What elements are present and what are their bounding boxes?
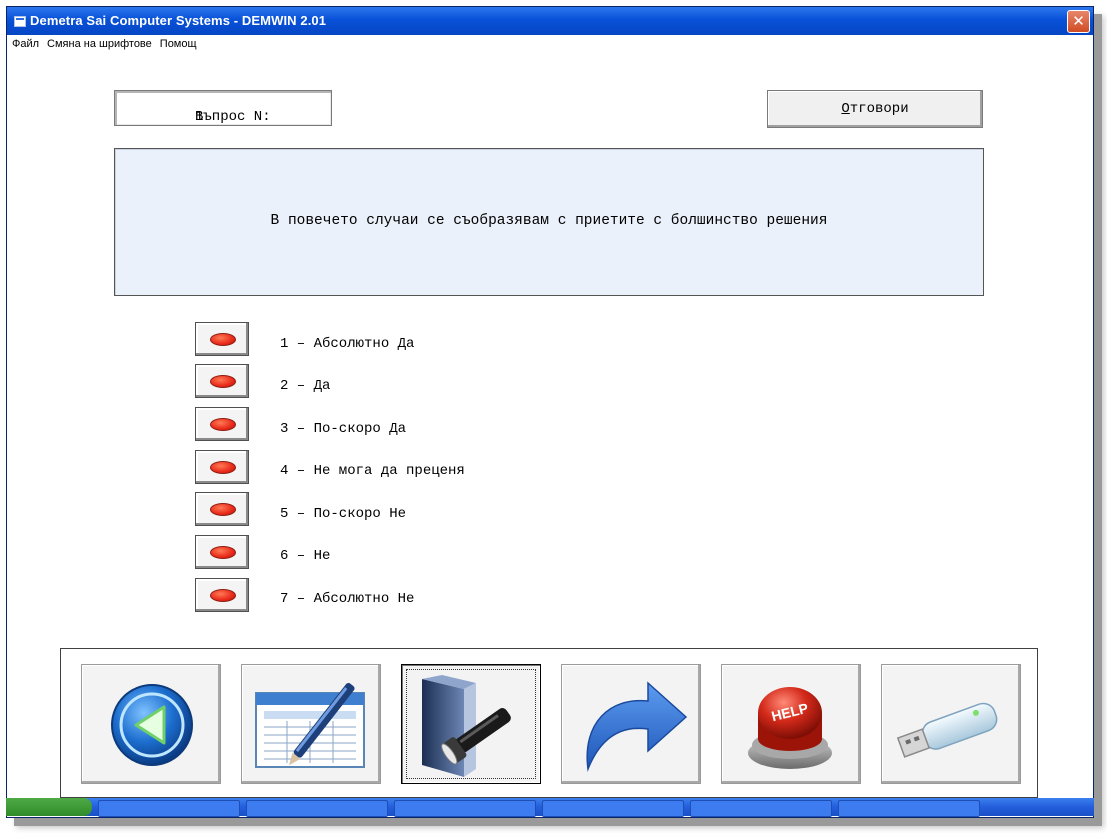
taskbar-item[interactable] [394,800,536,817]
answers-button[interactable]: Отговори [767,90,983,128]
option-2-label: 2 – Да [280,378,331,394]
taskbar-item[interactable] [246,800,388,817]
option-indicator-icon [210,589,236,602]
option-5-label: 5 – По-скоро Не [280,506,407,522]
option-7-button[interactable] [195,578,249,612]
folder-flashlight-icon [422,675,511,777]
question-text: В повечето случаи се съобразявам с приет… [270,213,828,229]
question-number-field: Въпрос N: 1 [114,90,332,126]
option-2-button[interactable] [195,364,249,398]
taskbar-item[interactable] [98,800,240,817]
question-number-value: 1 [195,109,204,125]
answers-button-label: Отговори [841,101,908,117]
app-icon [14,16,26,27]
option-indicator-icon [210,418,236,431]
option-1-button[interactable] [195,322,249,356]
option-4-label: 4 – Не мога да преценя [280,463,465,479]
taskbar-item[interactable] [690,800,832,817]
windows-taskbar [6,798,1094,817]
toolbar-panel: HELP [60,648,1038,798]
menu-bar: Файл Смяна на шрифтове Помощ [7,35,1093,55]
help-button-icon: HELP [748,687,832,769]
start-button[interactable] [6,798,92,816]
taskbar-item[interactable] [838,800,980,817]
close-icon[interactable]: ✕ [1067,10,1090,33]
menu-item-change-fonts[interactable]: Смяна на шрифтове [42,35,155,50]
back-arrow-icon [111,684,193,766]
option-3-label: 3 – По-скоро Да [280,421,407,437]
answers-label-rest: тговори [849,101,909,117]
option-4-button[interactable] [195,450,249,484]
search-folder-button[interactable] [401,664,541,784]
question-number-label: Въпрос N: [195,109,271,125]
window-title: Demetra Sai Computer Systems - DEMWIN 2.… [30,13,327,28]
option-6-label: 6 – Не [280,548,331,564]
export-usb-button[interactable] [881,664,1021,784]
option-7-label: 7 – Абсолютно Не [280,591,415,607]
taskbar-item[interactable] [542,800,684,817]
option-indicator-icon [210,503,236,516]
forward-arrow-icon [586,681,688,772]
option-indicator-icon [210,546,236,559]
answers-mnemonic: О [841,101,850,117]
option-indicator-icon [210,461,236,474]
option-1-label: 1 – Абсолютно Да [280,336,415,352]
option-5-button[interactable] [195,492,249,526]
spreadsheet-pen-icon [255,682,365,768]
option-indicator-icon [210,333,236,346]
usb-drive-icon [896,702,998,758]
option-6-button[interactable] [195,535,249,569]
menu-item-file[interactable]: Файл [7,35,42,50]
menu-item-help[interactable]: Помощ [155,35,200,50]
results-table-button[interactable] [241,664,381,784]
title-bar[interactable]: Demetra Sai Computer Systems - DEMWIN 2.… [7,7,1093,35]
help-button[interactable]: HELP [721,664,861,784]
option-3-button[interactable] [195,407,249,441]
option-indicator-icon [210,375,236,388]
question-text-panel: В повечето случаи се съобразявам с приет… [114,148,984,296]
back-button[interactable] [81,664,221,784]
next-button[interactable] [561,664,701,784]
